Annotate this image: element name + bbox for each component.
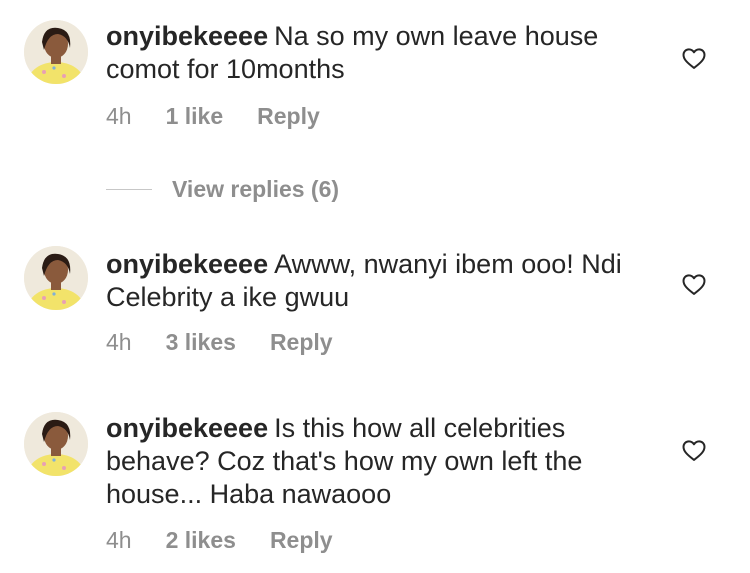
avatar[interactable]	[24, 246, 88, 310]
comment-text-block: onyibekeeee Na so my own leave house como…	[106, 20, 646, 86]
reply-button[interactable]: Reply	[270, 527, 333, 554]
reply-button[interactable]: Reply	[257, 103, 320, 130]
like-button[interactable]	[680, 270, 708, 298]
comment-username[interactable]: onyibekeeee	[106, 249, 268, 279]
comment-timestamp: 4h	[106, 329, 132, 355]
comment-meta: 4h 2 likes Reply	[106, 527, 333, 554]
avatar-photo	[24, 246, 88, 310]
heart-outline-icon	[682, 48, 706, 69]
like-button[interactable]	[680, 436, 708, 464]
comment-text-block: onyibekeeee Awww, nwanyi ibem ooo! Ndi Ce…	[106, 248, 646, 314]
heart-outline-icon	[682, 440, 706, 461]
comment-likes[interactable]: 2 likes	[166, 527, 236, 554]
heart-outline-icon	[682, 274, 706, 295]
avatar-photo	[24, 412, 88, 476]
avatar-photo	[24, 20, 88, 84]
avatar[interactable]	[24, 20, 88, 84]
comment-timestamp: 4h	[106, 103, 132, 129]
view-replies-divider	[106, 189, 152, 190]
comment-username[interactable]: onyibekeeee	[106, 413, 268, 443]
view-replies-label: View replies (6)	[172, 176, 340, 202]
reply-button[interactable]: Reply	[270, 329, 333, 356]
view-replies-button[interactable]: View replies (6)	[106, 176, 339, 203]
comment-likes[interactable]: 3 likes	[166, 329, 236, 356]
comment-timestamp: 4h	[106, 527, 132, 553]
comment-meta: 4h 3 likes Reply	[106, 329, 333, 356]
like-button[interactable]	[680, 44, 708, 72]
comment-username[interactable]: onyibekeeee	[106, 21, 268, 51]
comment-likes[interactable]: 1 like	[166, 103, 224, 130]
comment-text-block: onyibekeeee Is this how all celebrities b…	[106, 412, 646, 511]
avatar[interactable]	[24, 412, 88, 476]
comment-meta: 4h 1 like Reply	[106, 103, 320, 130]
